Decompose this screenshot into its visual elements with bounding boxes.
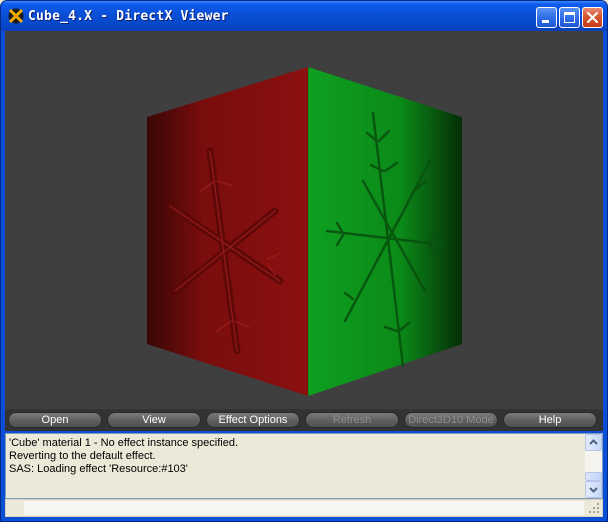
window-title: Cube_4.X - DirectX Viewer [28, 9, 229, 24]
viewer-toolbar: Open View Effect Options Refresh Direct3… [5, 409, 603, 431]
scroll-down-button[interactable] [585, 481, 602, 498]
log-line: SAS: Loading effect 'Resource:#103' [9, 463, 188, 475]
maximize-button[interactable] [559, 7, 580, 28]
horizontal-scrollbar[interactable] [5, 499, 603, 517]
refresh-button[interactable]: Refresh [305, 412, 399, 428]
app-window: Cube_4.X - DirectX Viewer Open View Effe… [0, 0, 608, 522]
cube-render [147, 67, 462, 396]
scroll-thumb[interactable] [585, 472, 602, 481]
close-button[interactable] [582, 7, 603, 28]
direct3d10-mode-button[interactable]: Direct3D10 Mode [404, 412, 498, 428]
minimize-button[interactable] [536, 7, 557, 28]
chevron-down-icon [589, 487, 598, 493]
close-icon [587, 12, 598, 23]
maximize-icon [564, 12, 575, 23]
chevron-up-icon [589, 439, 598, 445]
scroll-track[interactable] [24, 501, 584, 515]
log-output[interactable]: 'Cube' material 1 - No effect instance s… [5, 433, 603, 499]
3d-viewport[interactable] [5, 31, 603, 409]
help-button[interactable]: Help [503, 412, 597, 428]
view-button[interactable]: View [107, 412, 201, 428]
log-line: Reverting to the default effect. [9, 450, 156, 462]
log-vertical-scrollbar[interactable] [585, 434, 602, 498]
log-text: 'Cube' material 1 - No effect instance s… [9, 437, 584, 476]
open-button[interactable]: Open [8, 412, 102, 428]
minimize-icon [542, 20, 549, 23]
resize-grip-icon[interactable] [587, 501, 601, 515]
log-line: 'Cube' material 1 - No effect instance s… [9, 437, 239, 449]
cube-face-left [147, 67, 308, 396]
directx-icon [8, 8, 24, 24]
title-bar[interactable]: Cube_4.X - DirectX Viewer [1, 1, 607, 31]
scroll-up-button[interactable] [585, 434, 602, 451]
effect-options-button[interactable]: Effect Options [206, 412, 300, 428]
